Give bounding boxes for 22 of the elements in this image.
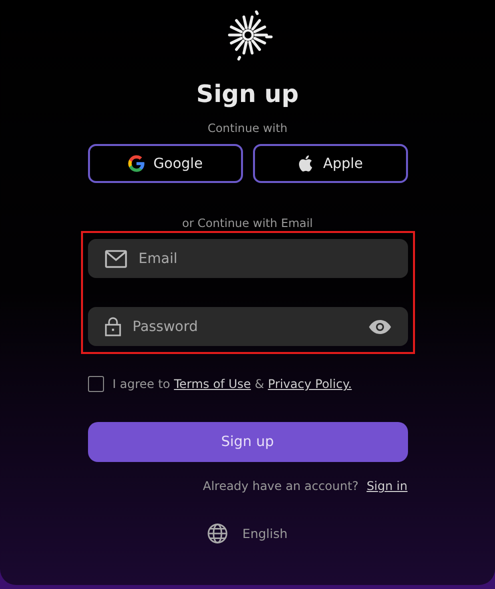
input-field[interactable]: Email — [88, 239, 408, 278]
mail-icon — [104, 250, 126, 268]
privacy-link[interactable]: Privacy Policy. — [268, 377, 352, 391]
language-selector[interactable]: English — [242, 526, 288, 541]
social-login-button[interactable]: Google — [88, 144, 242, 183]
input-field[interactable]: Password — [88, 307, 408, 346]
google-icon — [127, 154, 146, 173]
agreement-text: I agree to Terms of Use & Privacy Policy. — [112, 377, 352, 391]
email-field[interactable]: Email — [138, 250, 392, 266]
password-field[interactable]: Password — [132, 318, 356, 334]
agree-checkbox[interactable] — [88, 376, 104, 392]
eye-icon[interactable] — [368, 318, 392, 334]
continue-label: Continue with — [208, 121, 288, 135]
email-divider-label: or Continue with Email — [182, 216, 313, 230]
terms-link[interactable]: Terms of Use — [174, 377, 251, 391]
globe-icon[interactable] — [207, 523, 228, 544]
sign-in-link[interactable]: Sign in — [366, 479, 408, 493]
sign-up-button[interactable]: Sign up — [88, 422, 408, 462]
page-title: Sign up — [196, 79, 299, 109]
account-prompt: Already have an account? — [202, 479, 359, 493]
social-login-button[interactable]: Apple — [252, 144, 408, 183]
lock-icon — [104, 316, 120, 337]
